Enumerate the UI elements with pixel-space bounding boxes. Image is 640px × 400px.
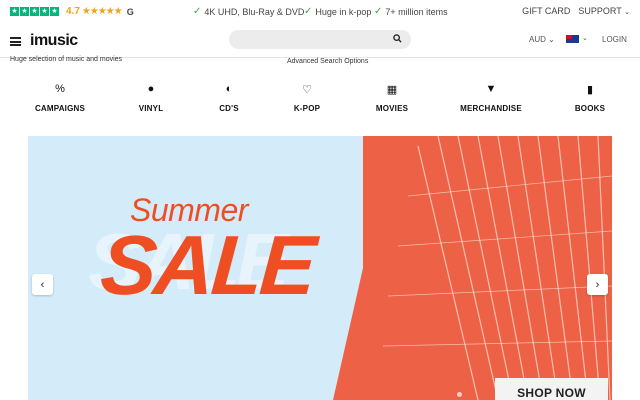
usp-label: 4K UHD, Blu-Ray & DVD (204, 6, 305, 17)
hamburger-menu-icon[interactable] (10, 37, 21, 46)
site-header: imusic AUD ⌄ ⌄ LOGIN (0, 24, 640, 58)
search-icon[interactable] (393, 34, 402, 43)
chevron-down-icon[interactable]: ⌄ (582, 34, 588, 42)
check-icon: ✓ (374, 6, 383, 17)
check-icon: ✓ (304, 6, 313, 17)
currency-selector[interactable]: AUD ⌄ (529, 35, 555, 44)
category-label: CD'S (219, 104, 239, 113)
advanced-search-link[interactable]: Advanced Search Options (287, 58, 368, 65)
category-campaigns[interactable]: % CAMPAIGNS (15, 82, 105, 113)
carousel-next-button[interactable]: › (587, 274, 608, 295)
trustpilot-stars[interactable]: ★ ★ ★ ★ ★ (10, 7, 59, 16)
rating-value: 4.7 (66, 6, 80, 17)
star-icon: ★ (20, 7, 29, 16)
usp-label: 7+ million items (385, 6, 448, 17)
usp-item: ✓ Huge in k-pop (304, 6, 371, 17)
category-movies[interactable]: ▦ MOVIES (347, 82, 437, 114)
carousel-dot[interactable] (457, 392, 462, 397)
tagline: Huge selection of music and movies (10, 56, 123, 63)
hero-carousel[interactable]: SALE Summer SALE ‹ › SHOP NOW (28, 136, 612, 400)
category-label: MERCHANDISE (460, 104, 522, 113)
tshirt-icon: ▼ (485, 83, 497, 95)
category-nav: % CAMPAIGNS ● VINYL ◐ CD'S ♡ K-POP ▦ MOV… (0, 82, 640, 122)
login-link[interactable]: LOGIN (602, 35, 627, 44)
top-strip: ★ ★ ★ ★ ★ 4.7 ★★★★★ G ✓ 4K UHD, Blu-Ray … (0, 0, 640, 24)
top-links: GIFT CARD SUPPORT ⌄ (522, 6, 630, 16)
star-icon: ★ (30, 7, 39, 16)
category-label: CAMPAIGNS (34, 104, 86, 113)
vinyl-icon: ● (147, 83, 155, 95)
star-icon: ★ (40, 7, 49, 16)
gift-card-link[interactable]: GIFT CARD (522, 6, 570, 16)
chevron-left-icon: ‹ (40, 278, 45, 291)
rating-stars: ★★★★★ (81, 6, 123, 17)
hero-sale-text: SALE (97, 218, 317, 312)
film-icon: ▦ (386, 83, 398, 96)
usp-label: Huge in k-pop (315, 6, 372, 17)
support-label: SUPPORT (578, 6, 622, 16)
support-link[interactable]: SUPPORT ⌄ (578, 6, 630, 16)
carousel-prev-button[interactable]: ‹ (32, 274, 53, 295)
star-icon: ★ (10, 7, 19, 16)
chevron-right-icon: › (595, 278, 600, 291)
usp-item: ✓ 4K UHD, Blu-Ray & DVD (193, 6, 304, 17)
shop-now-button[interactable]: SHOP NOW (495, 378, 608, 400)
australia-flag-icon[interactable] (566, 35, 579, 43)
book-icon: ▮ (586, 83, 594, 96)
google-icon: G (126, 6, 134, 17)
search-input[interactable] (229, 30, 411, 49)
category-merchandise[interactable]: ▼ MERCHANDISE (446, 82, 536, 113)
category-cds[interactable]: ◐ CD'S (184, 82, 274, 113)
cd-icon: ◐ (225, 83, 233, 95)
category-kpop[interactable]: ♡ K-POP (262, 82, 352, 114)
usp-item: ✓ 7+ million items (374, 6, 448, 17)
logo[interactable]: imusic (30, 32, 78, 50)
category-label: BOOKS (574, 104, 606, 113)
category-label: K-POP (293, 104, 321, 113)
check-icon: ✓ (193, 6, 202, 17)
chevron-down-icon: ⌄ (624, 9, 630, 16)
category-label: VINYL (138, 104, 164, 113)
percent-icon: % (55, 83, 65, 95)
star-icon: ★ (50, 7, 59, 16)
google-rating[interactable]: 4.7 ★★★★★ G (66, 6, 134, 17)
record-crates-illustration (382, 136, 612, 400)
category-books[interactable]: ▮ BOOKS (545, 82, 635, 114)
category-vinyl[interactable]: ● VINYL (106, 82, 196, 113)
category-label: MOVIES (375, 104, 409, 113)
heart-hand-icon: ♡ (302, 83, 312, 96)
